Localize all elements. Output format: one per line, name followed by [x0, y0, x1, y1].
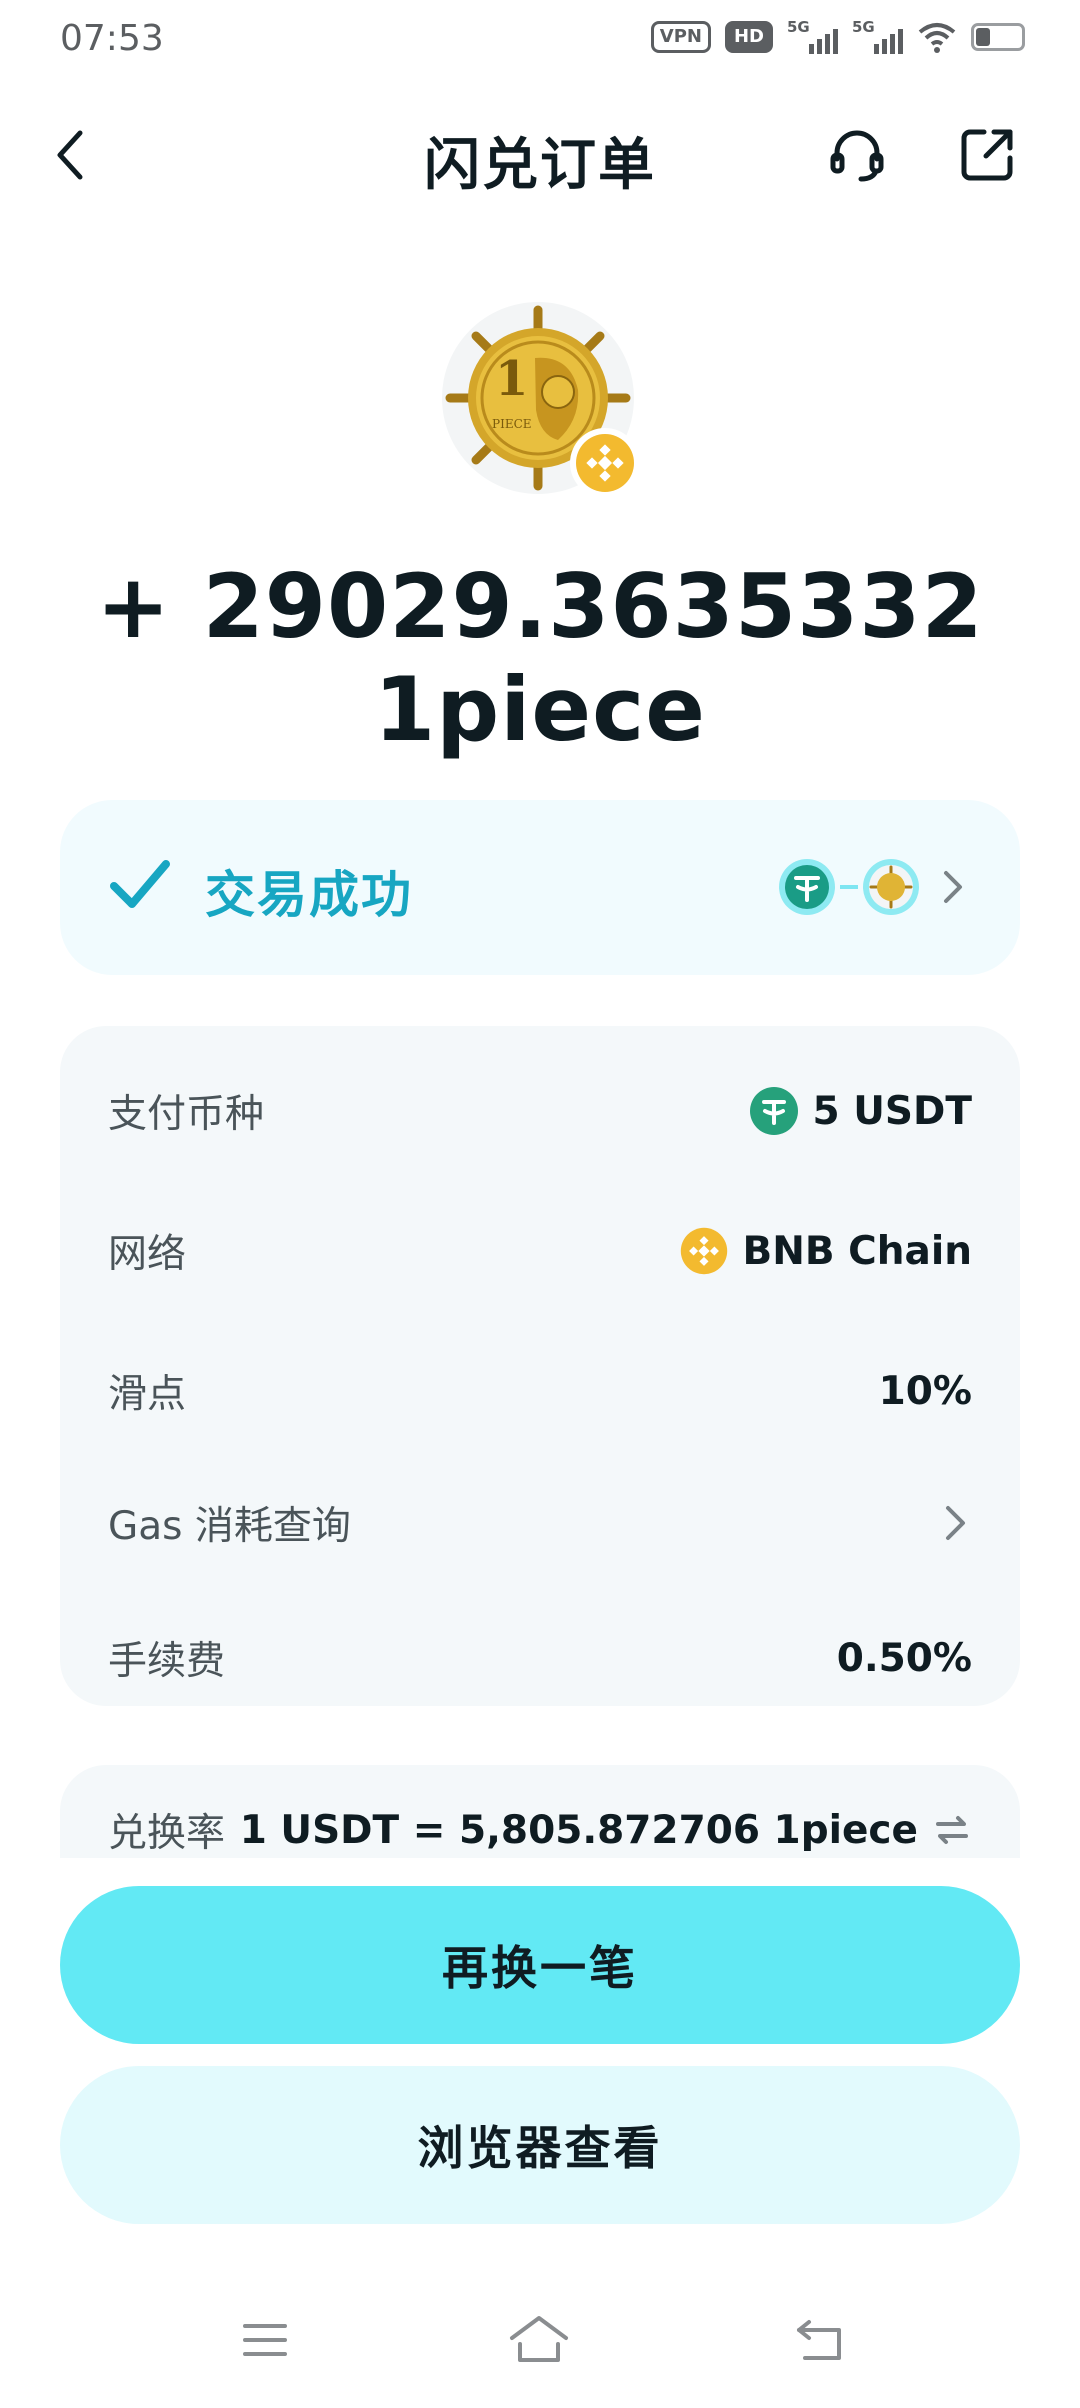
- support-button[interactable]: [822, 120, 892, 190]
- order-details-card: 支付币种 5 USDT 网络 BNB Chain 滑点 10% Gas 消耗查询…: [60, 1026, 1020, 1706]
- route-connector: [840, 885, 858, 889]
- wifi-icon: [918, 23, 956, 53]
- vpn-badge: VPN: [650, 21, 711, 53]
- exchange-rate-label: 兑换率: [108, 1811, 226, 1856]
- bnb-icon: [576, 434, 634, 492]
- signal-icon: 5G: [787, 18, 838, 54]
- fee-value: 0.50%: [836, 1635, 972, 1681]
- pay-currency-value-group: 5 USDT: [749, 1086, 972, 1136]
- signal-icon: 5G: [852, 18, 903, 54]
- slippage-label: 滑点: [108, 1372, 187, 1417]
- signal-label: 5G: [852, 18, 875, 36]
- swap-order-page: 07:53 VPN HD 5G 5G 闪兑订单 1 PIECE + 29029.…: [0, 0, 1080, 2408]
- share-button[interactable]: [952, 120, 1022, 190]
- usdt-icon: [779, 859, 835, 915]
- swap-again-button[interactable]: 再换一笔: [60, 1886, 1020, 2044]
- usdt-icon: [749, 1087, 798, 1135]
- gas-query-row[interactable]: Gas 消耗查询: [108, 1488, 972, 1558]
- svg-text:PIECE: PIECE: [492, 417, 532, 431]
- chevron-right-icon: [944, 871, 962, 903]
- swap-icon[interactable]: [932, 1810, 972, 1850]
- pay-currency-label: 支付币种: [108, 1092, 265, 1137]
- status-bar: 07:53 VPN HD 5G 5G: [0, 0, 1080, 80]
- 1piece-icon: [863, 859, 919, 915]
- status-time: 07:53: [60, 18, 164, 59]
- signal-label: 5G: [787, 18, 810, 36]
- headset-icon: [830, 130, 884, 182]
- home-icon[interactable]: [508, 2314, 570, 2364]
- share-icon: [961, 129, 1013, 181]
- chevron-right-icon: [946, 1506, 965, 1540]
- pay-currency-value: 5 USDT: [812, 1088, 972, 1134]
- exchange-rate-value: 1 USDT = 5,805.872706 1piece: [239, 1807, 918, 1853]
- battery-icon: [971, 23, 1025, 51]
- exchange-rate-row: 兑换率 1 USDT = 5,805.872706 1piece: [108, 1795, 972, 1865]
- status-icons: VPN HD 5G 5G: [650, 18, 1025, 54]
- back-icon[interactable]: [795, 2316, 847, 2364]
- hd-badge: HD: [724, 21, 773, 53]
- status-text: 交易成功: [205, 866, 413, 924]
- view-in-browser-button[interactable]: 浏览器查看: [60, 2066, 1020, 2224]
- bnb-icon: [681, 1227, 728, 1275]
- page-title: 闪兑订单: [424, 133, 656, 198]
- slippage-value: 10%: [878, 1368, 972, 1414]
- gas-query-label: Gas 消耗查询: [108, 1504, 351, 1549]
- received-amount: + 29029.3635332 1piece: [96, 555, 984, 761]
- svg-text:1: 1: [495, 351, 528, 407]
- network-label: 网络: [108, 1232, 187, 1277]
- chain-badge: [570, 428, 640, 498]
- fee-label: 手续费: [108, 1639, 226, 1684]
- header: 闪兑订单: [0, 100, 1080, 210]
- fee-row: 手续费 0.50%: [108, 1623, 972, 1693]
- pay-currency-row: 支付币种 5 USDT: [108, 1076, 972, 1146]
- slippage-row: 滑点 10%: [108, 1356, 972, 1426]
- exchange-rate-value-group: 1 USDT = 5,805.872706 1piece: [240, 1808, 972, 1853]
- network-row: 网络 BNB Chain: [108, 1216, 972, 1286]
- menu-icon[interactable]: [242, 2320, 288, 2360]
- network-value-group: BNB Chain: [680, 1227, 972, 1275]
- check-icon: [110, 860, 170, 908]
- network-value: BNB Chain: [742, 1228, 972, 1274]
- system-nav-bar: [0, 2300, 1080, 2408]
- swap-route: [778, 858, 970, 916]
- transaction-status-card[interactable]: 交易成功: [60, 800, 1020, 975]
